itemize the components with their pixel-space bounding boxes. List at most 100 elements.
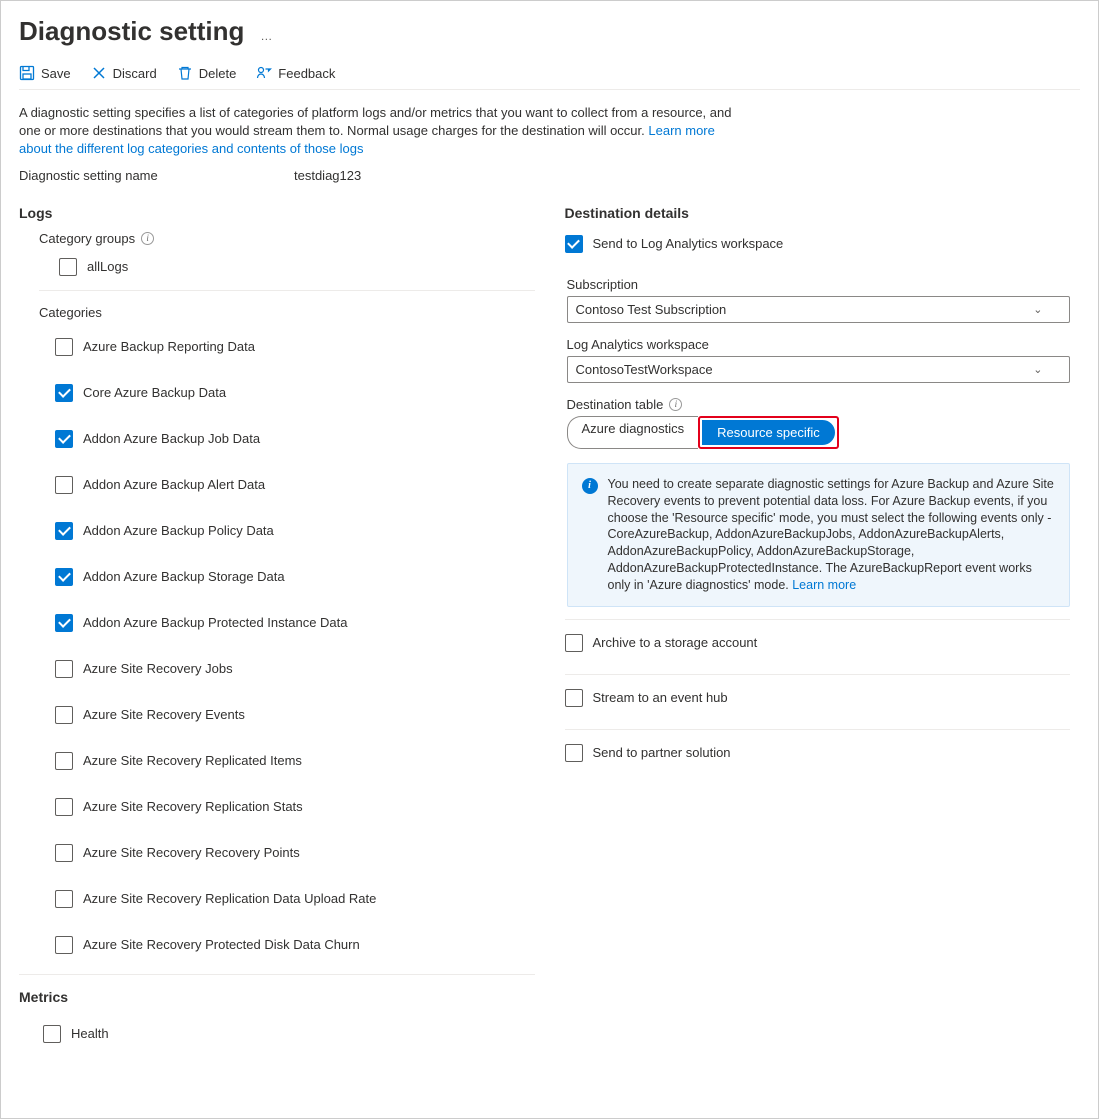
category-checkbox[interactable]	[55, 568, 73, 586]
metrics-block: Metrics Health	[19, 989, 535, 1053]
all-logs-row: allLogs	[59, 250, 535, 284]
chevron-down-icon: ⌄	[1033, 363, 1042, 376]
category-row: Addon Azure Backup Storage Data	[55, 554, 535, 600]
category-label: Core Azure Backup Data	[83, 385, 226, 400]
health-checkbox[interactable]	[43, 1025, 61, 1043]
category-checkbox[interactable]	[55, 890, 73, 908]
category-label: Azure Site Recovery Replication Stats	[83, 799, 303, 814]
page-title: Diagnostic setting	[19, 16, 244, 47]
category-label: Addon Azure Backup Protected Instance Da…	[83, 615, 348, 630]
close-icon	[91, 65, 107, 81]
category-label: Addon Azure Backup Storage Data	[83, 569, 285, 584]
categories-header: Categories	[39, 305, 535, 320]
dest-table-text: Destination table	[567, 397, 664, 412]
category-checkbox[interactable]	[55, 936, 73, 954]
partner-label: Send to partner solution	[593, 745, 731, 760]
feedback-icon	[256, 65, 272, 81]
name-field-row: Diagnostic setting name testdiag123	[19, 168, 1080, 183]
workspace-value: ContosoTestWorkspace	[576, 362, 713, 377]
more-icon[interactable]: …	[260, 29, 273, 43]
chevron-down-icon: ⌄	[1033, 303, 1042, 316]
destination-header: Destination details	[565, 205, 1081, 221]
health-label: Health	[71, 1026, 109, 1041]
category-checkbox[interactable]	[55, 614, 73, 632]
category-label: Azure Site Recovery Recovery Points	[83, 845, 300, 860]
feedback-button[interactable]: Feedback	[256, 65, 335, 81]
columns: Logs Category groups i allLogs Categorie…	[19, 199, 1080, 1053]
info-icon: i	[582, 478, 598, 494]
category-label: Addon Azure Backup Alert Data	[83, 477, 265, 492]
category-label: Azure Site Recovery Replication Data Upl…	[83, 891, 376, 906]
category-checkbox[interactable]	[55, 430, 73, 448]
stream-checkbox[interactable]	[565, 689, 583, 707]
category-row: Addon Azure Backup Protected Instance Da…	[55, 600, 535, 646]
name-label: Diagnostic setting name	[19, 168, 294, 183]
send-la-label: Send to Log Analytics workspace	[593, 236, 784, 251]
archive-section: Archive to a storage account	[565, 630, 1070, 675]
delete-button[interactable]: Delete	[177, 65, 237, 81]
category-row: Azure Site Recovery Replicated Items	[55, 738, 535, 784]
category-groups-header: Category groups i	[39, 231, 535, 246]
name-value[interactable]: testdiag123	[294, 168, 361, 183]
workspace-label: Log Analytics workspace	[567, 337, 1070, 352]
stream-row: Stream to an event hub	[565, 685, 1070, 717]
workspace-select[interactable]: ContosoTestWorkspace ⌄	[567, 356, 1070, 383]
save-label: Save	[41, 66, 71, 81]
rule-2	[19, 974, 535, 975]
pill-azure-diagnostics[interactable]: Azure diagnostics	[567, 416, 699, 449]
info-icon[interactable]: i	[141, 232, 154, 245]
category-label: Azure Site Recovery Protected Disk Data …	[83, 937, 360, 952]
all-logs-label: allLogs	[87, 259, 128, 274]
archive-row: Archive to a storage account	[565, 630, 1070, 662]
pill-resource-specific[interactable]: Resource specific	[702, 420, 835, 445]
delete-label: Delete	[199, 66, 237, 81]
la-details: Subscription Contoso Test Subscription ⌄…	[567, 277, 1070, 607]
category-row: Azure Site Recovery Jobs	[55, 646, 535, 692]
info-icon[interactable]: i	[669, 398, 682, 411]
category-label: Addon Azure Backup Policy Data	[83, 523, 274, 538]
category-label: Azure Site Recovery Events	[83, 707, 245, 722]
category-checkbox[interactable]	[55, 798, 73, 816]
partner-checkbox[interactable]	[565, 744, 583, 762]
category-label: Azure Site Recovery Jobs	[83, 661, 233, 676]
send-la-row: Send to Log Analytics workspace	[565, 231, 1070, 263]
partner-row: Send to partner solution	[565, 740, 1070, 772]
partner-section: Send to partner solution	[565, 740, 1070, 784]
category-row: Azure Site Recovery Recovery Points	[55, 830, 535, 876]
category-checkbox[interactable]	[55, 706, 73, 724]
category-label: Azure Site Recovery Replicated Items	[83, 753, 302, 768]
archive-checkbox[interactable]	[565, 634, 583, 652]
category-checkbox[interactable]	[55, 384, 73, 402]
trash-icon	[177, 65, 193, 81]
save-icon	[19, 65, 35, 81]
category-checkbox[interactable]	[55, 844, 73, 862]
page-root: Diagnostic setting … Save Discard Delete…	[0, 0, 1099, 1119]
send-la-checkbox[interactable]	[565, 235, 583, 253]
category-checkbox[interactable]	[55, 522, 73, 540]
logs-header: Logs	[19, 205, 535, 221]
category-label: Addon Azure Backup Job Data	[83, 431, 260, 446]
subscription-label: Subscription	[567, 277, 1070, 292]
dest-table-toggle: Azure diagnostics Resource specific	[567, 416, 1070, 449]
la-section: Send to Log Analytics workspace Subscrip…	[565, 231, 1070, 620]
category-label: Azure Backup Reporting Data	[83, 339, 255, 354]
category-checkbox[interactable]	[55, 338, 73, 356]
category-row: Azure Backup Reporting Data	[55, 324, 535, 370]
save-button[interactable]: Save	[19, 65, 71, 81]
discard-label: Discard	[113, 66, 157, 81]
category-row: Azure Site Recovery Replication Stats	[55, 784, 535, 830]
all-logs-checkbox[interactable]	[59, 258, 77, 276]
rule	[39, 290, 535, 291]
category-row: Azure Site Recovery Events	[55, 692, 535, 738]
category-checkbox[interactable]	[55, 660, 73, 678]
subscription-select[interactable]: Contoso Test Subscription ⌄	[567, 296, 1070, 323]
category-checkbox[interactable]	[55, 476, 73, 494]
category-checkbox[interactable]	[55, 752, 73, 770]
category-row: Addon Azure Backup Alert Data	[55, 462, 535, 508]
dest-table-label: Destination table i	[567, 397, 1070, 412]
title-row: Diagnostic setting …	[19, 16, 1080, 47]
info-learn-more-link[interactable]: Learn more	[792, 578, 856, 592]
discard-button[interactable]: Discard	[91, 65, 157, 81]
info-text: You need to create separate diagnostic s…	[608, 477, 1054, 592]
feedback-label: Feedback	[278, 66, 335, 81]
